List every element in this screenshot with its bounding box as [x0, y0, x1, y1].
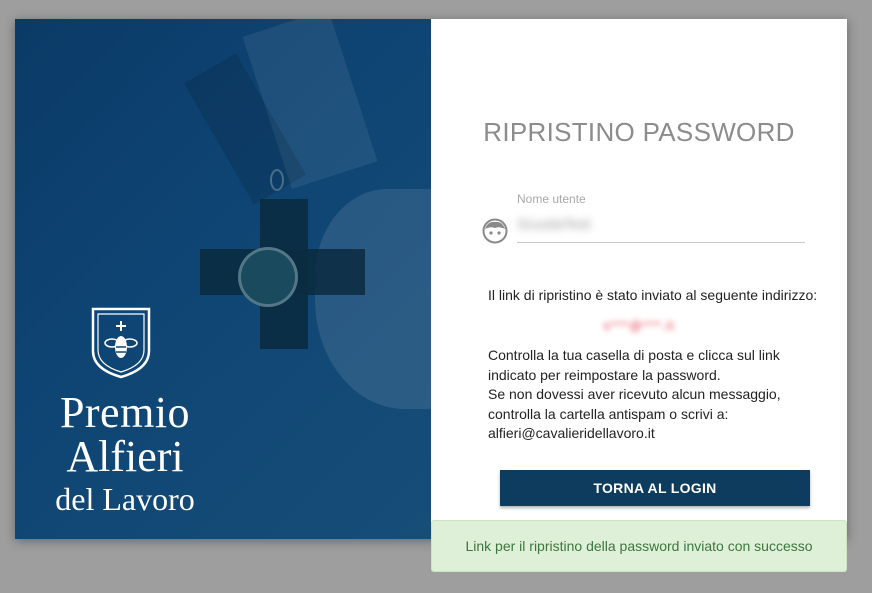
medal-ring [270, 169, 284, 191]
medal-center [238, 247, 298, 307]
brand-wordmark: Premio Alfieri del Lavoro [35, 388, 215, 517]
username-value[interactable]: ScuolaTest [517, 216, 805, 238]
support-email-link[interactable]: alfieri@cavalieridellavoro.it [488, 424, 808, 444]
username-field[interactable]: Nome utente ScuolaTest [517, 192, 805, 243]
page-title: RIPRISTINO PASSWORD [483, 117, 795, 147]
toast-message: Link per il ripristino della password in… [465, 538, 813, 554]
drape-shape [315, 189, 431, 409]
instruction-line: controlla la cartella antispam o scrivi … [488, 405, 729, 422]
face-icon [482, 218, 508, 244]
back-to-login-button[interactable]: TORNA AL LOGIN [500, 470, 810, 506]
instruction-line: Se non dovessi aver ricevuto alcun messa… [488, 386, 781, 402]
instruction-line: Controlla la tua casella di posta e clic… [488, 347, 780, 363]
username-underline [517, 242, 805, 243]
brand-line-3: del Lavoro [55, 481, 195, 517]
success-toast: Link per il ripristino della password in… [431, 520, 847, 572]
sent-message: Il link di ripristino è stato inviato al… [488, 287, 818, 303]
instructions: Controlla la tua casella di posta e clic… [488, 346, 808, 444]
bee-shield-icon [91, 307, 151, 379]
email-text: s***@***.it [603, 318, 675, 333]
username-label: Nome utente [517, 192, 586, 206]
login-card: Premio Alfieri del Lavoro RIPRISTINO PAS… [15, 19, 847, 539]
username-text: ScuolaTest [517, 216, 591, 233]
instruction-line: indicato per reimpostare la password. [488, 366, 721, 383]
brand-line-2: Alfieri [66, 432, 184, 481]
brand-line-1: Premio [59, 388, 191, 437]
reset-panel: RIPRISTINO PASSWORD Nome utente ScuolaTe… [431, 19, 847, 539]
brand-panel: Premio Alfieri del Lavoro [15, 19, 431, 539]
email-address: s***@***.it [431, 317, 847, 335]
